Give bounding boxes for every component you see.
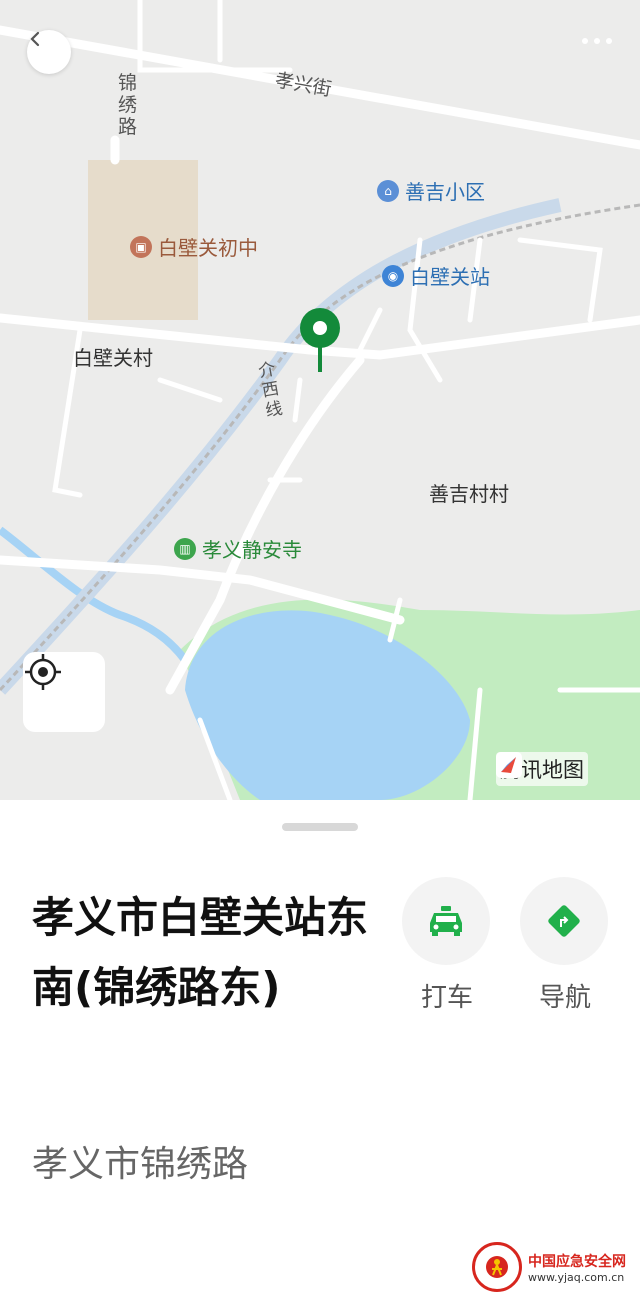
school-icon: ▣	[130, 235, 152, 258]
locate-button[interactable]	[23, 652, 105, 732]
back-button[interactable]	[27, 30, 71, 74]
watermark-logo-icon	[472, 1242, 522, 1292]
train-station-icon: ◉	[382, 264, 404, 287]
place-label-village2: 善吉村村	[429, 482, 509, 506]
navigate-label: 导航	[538, 983, 591, 1013]
navigate-button[interactable]: 导航	[520, 877, 610, 1014]
place-address: 孝义市锦绣路	[32, 1144, 249, 1185]
taxi-label: 打车	[420, 983, 473, 1013]
place-title: 孝义市白壁关站东南(锦绣路东)	[32, 893, 369, 1012]
poi-station[interactable]: ◉ 白壁关站	[382, 261, 490, 290]
poi-school[interactable]: ▣ 白壁关初中	[130, 232, 258, 261]
poi-community-label: 善吉小区	[405, 180, 485, 204]
place-sheet	[0, 800, 640, 1297]
more-button[interactable]	[582, 38, 612, 44]
taxi-button[interactable]: 打车	[402, 877, 492, 1014]
crosshair-icon	[25, 654, 61, 690]
watermark-url: www.yjaq.com.cn	[528, 1270, 625, 1284]
map-brand: 腾讯地图	[496, 752, 588, 786]
more-dots-icon	[582, 38, 588, 44]
community-icon: ⌂	[377, 179, 399, 202]
watermark-name: 中国应急安全网	[528, 1253, 626, 1270]
road-label-jinxiu: 锦绣路	[118, 72, 138, 138]
chevron-left-icon	[30, 31, 40, 47]
sheet-drag-handle[interactable]	[282, 823, 358, 831]
tencent-map-logo-icon	[496, 752, 522, 778]
temple-icon: ▥	[174, 537, 196, 560]
navigation-icon	[548, 905, 580, 937]
poi-station-label: 白壁关站	[410, 265, 490, 289]
taxi-icon	[430, 906, 462, 936]
poi-community[interactable]: ⌂ 善吉小区	[377, 176, 485, 205]
poi-temple[interactable]: ▥ 孝义静安寺	[174, 534, 302, 563]
place-label-village: 白壁关村	[73, 346, 153, 370]
poi-school-label: 白壁关初中	[158, 236, 258, 260]
map-view[interactable]: 孝兴街 锦绣路 介西线 白壁关村 善吉村村 ▣ 白壁关初中 ⌂ 善吉小区 ◉ 白…	[0, 0, 640, 800]
map-pin-icon	[300, 308, 340, 372]
poi-temple-label: 孝义静安寺	[202, 538, 302, 562]
watermark: 中国应急安全网 www.yjaq.com.cn	[472, 1242, 626, 1292]
